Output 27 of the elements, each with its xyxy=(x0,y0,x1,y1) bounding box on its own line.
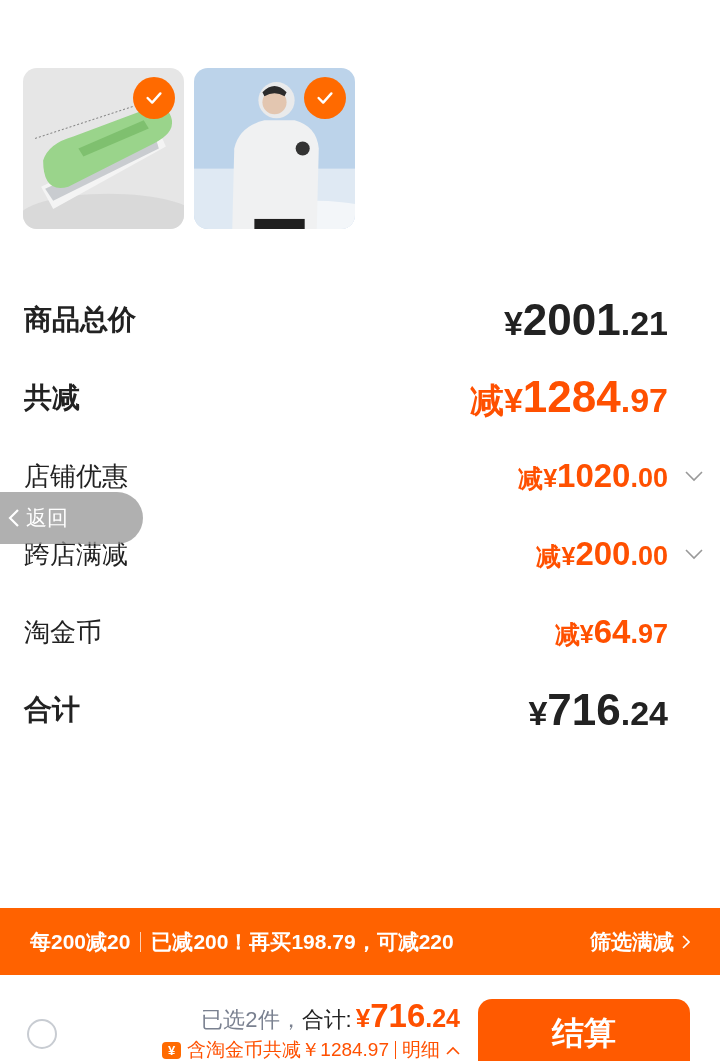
summary-label: 淘金币 xyxy=(24,615,102,649)
checkout-button[interactable]: 结算 xyxy=(478,999,690,1061)
amount-value: ¥716.24 xyxy=(528,685,668,735)
details-link[interactable]: 明细 xyxy=(402,1037,440,1061)
selected-count: 已选2件， xyxy=(201,1006,302,1034)
total-label: 合计: xyxy=(301,1006,352,1034)
discount-note: 含淘金币共减￥1284.97 xyxy=(187,1038,389,1061)
amount-value: 减¥64.97 xyxy=(554,613,668,651)
caret-up-icon[interactable] xyxy=(446,1045,460,1055)
chevron-left-icon xyxy=(8,508,20,528)
total-value: ¥716.24 xyxy=(355,997,460,1035)
amount-value: 减¥1020.00 xyxy=(518,457,668,495)
summary-label: 共减 xyxy=(24,381,80,415)
amount-value: 减¥1284.97 xyxy=(469,372,668,423)
promo-message: 已减200！再买198.79，可减220 xyxy=(151,928,455,955)
amount-value: ¥2001.21 xyxy=(503,295,668,345)
select-all-radio[interactable] xyxy=(27,1019,57,1049)
amount-value: 减¥200.00 xyxy=(536,535,668,573)
promo-rule: 每200减20 xyxy=(30,928,131,955)
chevron-down-icon[interactable] xyxy=(684,548,704,560)
chevron-down-icon[interactable] xyxy=(684,470,704,482)
coin-badge: ¥ xyxy=(162,1041,182,1059)
summary-label: 合计 xyxy=(24,693,80,727)
filter-link[interactable]: 筛选满减 xyxy=(590,927,690,956)
summary-label: 店铺优惠 xyxy=(24,459,128,493)
summary-label: 商品总价 xyxy=(24,303,136,337)
chevron-right-icon xyxy=(682,934,690,949)
